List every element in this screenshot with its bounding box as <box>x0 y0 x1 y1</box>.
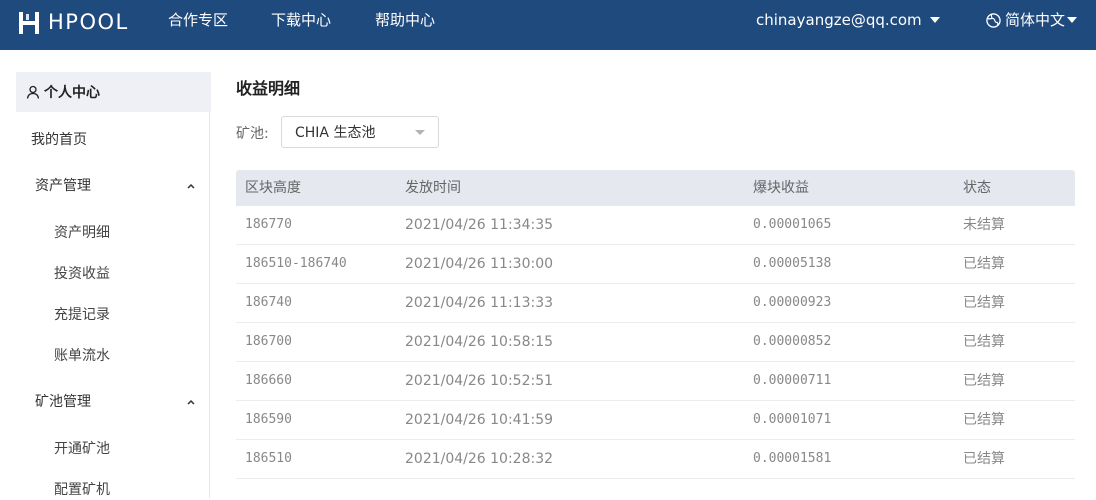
cell-block-reward: 0.00001071 <box>753 412 832 427</box>
nav-partner-zone[interactable]: 合作专区 <box>168 10 228 30</box>
cell-block-height: 186510 <box>245 451 292 466</box>
sidebar-item-investment-income[interactable]: 投资收益 <box>54 264 110 284</box>
cell-block-reward: 0.00000711 <box>753 373 832 388</box>
cell-issue-time: 2021/04/26 10:58:15 <box>405 334 554 350</box>
table-row: 186510-186740 2021/04/26 11:30:00 0.0000… <box>236 245 1075 284</box>
pool-filter-label: 矿池: <box>236 126 269 142</box>
table-row: 186510 2021/04/26 10:28:32 0.00001581 已结… <box>236 440 1075 479</box>
sidebar-group-label: 资产管理 <box>35 178 91 194</box>
cell-status: 已结算 <box>963 373 1005 389</box>
sidebar-header-personal-center[interactable]: 个人中心 <box>16 72 211 112</box>
user-email: chinayangze@qq.com <box>756 11 922 29</box>
chevron-up-icon <box>185 178 197 190</box>
sidebar-divider <box>209 112 210 498</box>
cell-issue-time: 2021/04/26 11:13:33 <box>405 295 554 311</box>
cell-block-reward: 0.00005138 <box>753 256 832 271</box>
pool-select-dropdown[interactable]: CHIA 生态池 <box>281 116 439 148</box>
cell-status: 未结算 <box>963 217 1005 233</box>
table-row: 186770 2021/04/26 11:34:35 0.00001065 未结… <box>236 206 1075 245</box>
caret-down-icon <box>415 130 425 135</box>
table-row: 186660 2021/04/26 10:52:51 0.00000711 已结… <box>236 362 1075 401</box>
sidebar-item-asset-details[interactable]: 资产明细 <box>54 223 110 243</box>
sidebar-item-home[interactable]: 我的首页 <box>31 130 87 150</box>
table-row: 186700 2021/04/26 10:58:15 0.00000852 已结… <box>236 323 1075 362</box>
caret-down-icon <box>929 17 940 23</box>
column-header-block-height: 区块高度 <box>245 180 301 196</box>
cell-block-height: 186510-186740 <box>245 256 347 271</box>
cell-block-height: 186700 <box>245 334 292 349</box>
sidebar-group-label: 矿池管理 <box>35 394 91 410</box>
language-label: 简体中文 <box>1005 11 1066 29</box>
sidebar-group-pool-management[interactable]: 矿池管理 <box>35 392 195 412</box>
cell-block-height: 186740 <box>245 295 292 310</box>
cell-issue-time: 2021/04/26 10:41:59 <box>405 412 554 428</box>
cell-issue-time: 2021/04/26 11:30:00 <box>405 256 554 272</box>
hpool-logo-icon <box>18 11 40 34</box>
nav-help-center[interactable]: 帮助中心 <box>375 10 435 30</box>
sidebar-item-bill-flow[interactable]: 账单流水 <box>54 346 110 366</box>
sidebar-item-open-pool[interactable]: 开通矿池 <box>54 439 110 459</box>
column-header-status: 状态 <box>963 180 991 196</box>
caret-down-icon <box>1067 17 1078 23</box>
top-navigation-bar: HPOOL 合作专区 下载中心 帮助中心 chinayangze@qq.com … <box>0 0 1096 50</box>
cell-issue-time: 2021/04/26 10:52:51 <box>405 373 554 389</box>
earnings-table: 区块高度 发放时间 爆块收益 状态 186770 2021/04/26 11:3… <box>236 170 1075 479</box>
pool-select-value: CHIA 生态池 <box>295 125 376 141</box>
sidebar-group-asset-management[interactable]: 资产管理 <box>35 176 195 196</box>
column-header-block-reward: 爆块收益 <box>753 180 809 196</box>
chevron-up-icon <box>185 394 197 406</box>
sidebar-item-deposit-withdraw-records[interactable]: 充提记录 <box>54 305 110 325</box>
cell-status: 已结算 <box>963 451 1005 467</box>
logo-text: HPOOL <box>48 10 129 34</box>
table-row: 186740 2021/04/26 11:13:33 0.00000923 已结… <box>236 284 1075 323</box>
globe-icon <box>986 12 1001 28</box>
table-row: 186590 2021/04/26 10:41:59 0.00001071 已结… <box>236 401 1075 440</box>
cell-issue-time: 2021/04/26 11:34:35 <box>405 217 554 233</box>
cell-block-height: 186590 <box>245 412 292 427</box>
sidebar: 个人中心 我的首页 资产管理 资产明细 投资收益 充提记录 账单流水 矿池管理 … <box>16 72 211 500</box>
cell-block-height: 186770 <box>245 217 292 232</box>
table-header: 区块高度 发放时间 爆块收益 状态 <box>236 170 1075 206</box>
sidebar-header-label: 个人中心 <box>44 85 100 101</box>
cell-status: 已结算 <box>963 412 1005 428</box>
cell-status: 已结算 <box>963 295 1005 311</box>
hpool-logo[interactable]: HPOOL <box>18 10 129 34</box>
cell-block-reward: 0.00001581 <box>753 451 832 466</box>
cell-status: 已结算 <box>963 334 1005 350</box>
user-account-menu[interactable]: chinayangze@qq.com <box>756 10 940 30</box>
column-header-issue-time: 发放时间 <box>405 180 461 196</box>
cell-block-reward: 0.00000923 <box>753 295 832 310</box>
language-selector[interactable]: 简体中文 <box>986 10 1078 30</box>
nav-download-center[interactable]: 下载中心 <box>271 10 331 30</box>
cell-block-reward: 0.00000852 <box>753 334 832 349</box>
sidebar-item-configure-miner[interactable]: 配置矿机 <box>54 480 110 500</box>
cell-issue-time: 2021/04/26 10:28:32 <box>405 451 554 467</box>
page-title: 收益明细 <box>236 79 301 98</box>
cell-block-reward: 0.00001065 <box>753 217 832 232</box>
cell-status: 已结算 <box>963 256 1005 272</box>
user-icon <box>26 85 40 99</box>
cell-block-height: 186660 <box>245 373 292 388</box>
